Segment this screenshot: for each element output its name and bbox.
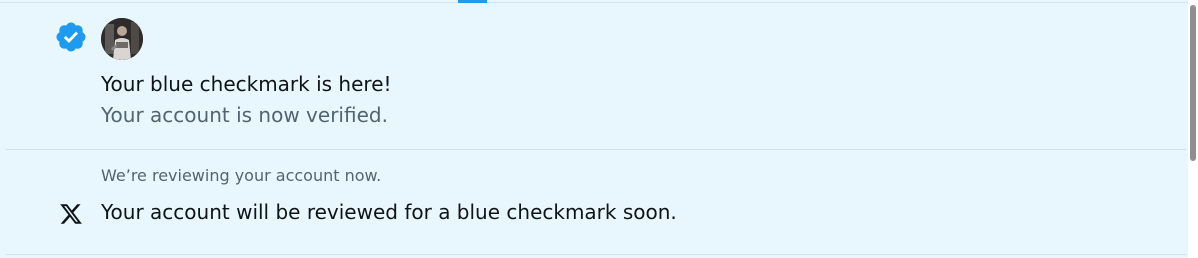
notification-notice: We’re reviewing your account now. xyxy=(101,166,382,185)
scrollbar-thumb[interactable] xyxy=(1190,5,1196,161)
avatar[interactable] xyxy=(101,18,143,60)
notification-verified[interactable]: Your blue checkmark is here! Your accoun… xyxy=(6,3,1186,150)
notification-review[interactable]: We’re reviewing your account now. Your a… xyxy=(6,150,1186,255)
x-logo-icon xyxy=(60,204,82,224)
notification-title: Your blue checkmark is here! xyxy=(101,72,392,96)
scrollbar-track[interactable] xyxy=(1188,0,1198,258)
notifications-page: Your blue checkmark is here! Your accoun… xyxy=(0,0,1198,258)
verified-badge-icon xyxy=(56,22,86,52)
avatar-photo xyxy=(101,18,143,60)
notification-message: Your account will be reviewed for a blue… xyxy=(101,200,677,224)
notification-subtitle: Your account is now verified. xyxy=(101,103,388,127)
